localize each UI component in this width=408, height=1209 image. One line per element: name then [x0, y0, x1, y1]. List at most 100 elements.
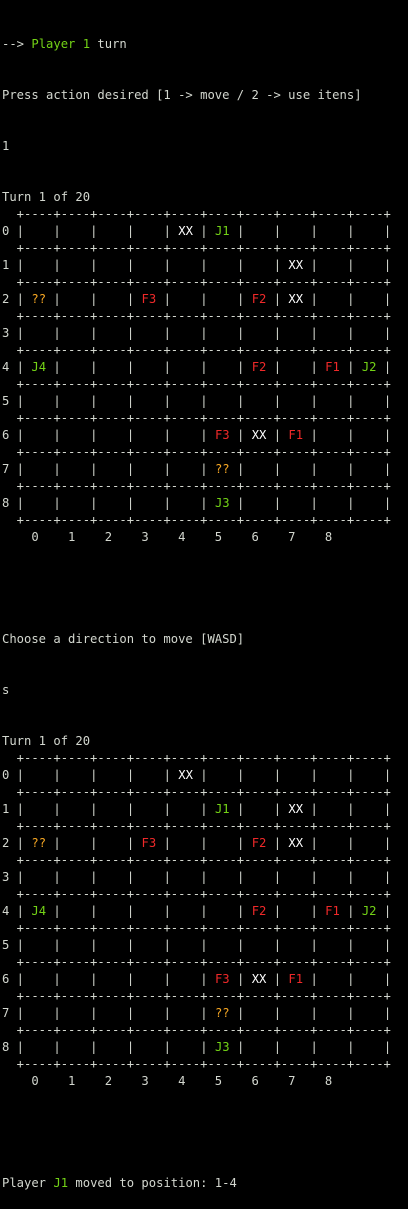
board-cell — [134, 971, 163, 988]
cell-separator: | — [237, 326, 245, 340]
cell-separator: | — [90, 1040, 98, 1054]
board-cell: XX — [281, 291, 310, 308]
cell-empty — [68, 904, 83, 918]
cell-separator: | — [383, 938, 392, 952]
cell-empty — [362, 802, 377, 816]
cell-separator: | — [9, 224, 25, 238]
cell-separator: | — [200, 224, 208, 238]
board-cell — [355, 223, 384, 240]
cell-separator: | — [237, 496, 245, 510]
board-border: +----+----+----+----+----+----+----+----… — [2, 1023, 391, 1037]
board-cell: XX — [171, 767, 200, 784]
cell-empty — [325, 462, 340, 476]
cell-empty — [325, 224, 340, 238]
board-cell — [208, 359, 237, 376]
cell-empty — [31, 972, 46, 986]
board-cell — [281, 1005, 310, 1022]
board-cell — [61, 767, 90, 784]
turn-counter: Turn 1 of 20 — [2, 190, 91, 204]
cell-piece: F2 — [251, 360, 267, 374]
cell-separator: | — [163, 360, 171, 374]
board-cell — [61, 801, 90, 818]
board-cell — [355, 767, 384, 784]
cell-empty — [105, 1006, 120, 1020]
board-cell — [171, 903, 200, 920]
board-cell — [97, 291, 126, 308]
cell-separator: | — [126, 768, 135, 782]
cell-separator: | — [126, 802, 135, 816]
cell-separator: | — [237, 258, 245, 272]
board-cell: F1 — [318, 359, 347, 376]
cell-separator: | — [273, 326, 282, 340]
board-cell — [171, 291, 200, 308]
cell-empty — [252, 1040, 267, 1054]
cell-piece: XX — [178, 768, 193, 782]
cell-empty — [178, 802, 193, 816]
cell-empty — [31, 768, 46, 782]
board-cell — [171, 427, 200, 444]
board-cell — [134, 257, 163, 274]
board-cell — [208, 903, 237, 920]
direction-input[interactable]: s — [2, 682, 408, 699]
cell-empty — [68, 360, 83, 374]
board-cell — [171, 801, 200, 818]
cell-separator: | — [126, 972, 135, 986]
board-cell — [61, 393, 90, 410]
board-border: +----+----+----+----+----+----+----+----… — [2, 989, 391, 1003]
cell-empty — [68, 326, 83, 340]
cell-empty — [362, 224, 377, 238]
direction-prompt: Choose a direction to move [WASD] — [2, 632, 245, 646]
board-row: 7 | | | | | | ?? | | | | | — [2, 1005, 408, 1022]
cell-empty — [68, 428, 83, 442]
cell-empty — [288, 768, 303, 782]
cell-separator: | — [163, 394, 171, 408]
cell-separator: | — [9, 360, 25, 374]
cell-empty — [362, 938, 377, 952]
board-cell — [281, 937, 310, 954]
cell-separator: | — [310, 836, 318, 850]
board-row: 1 | | | | | | J1 | | XX | | | — [2, 801, 408, 818]
board-border: +----+----+----+----+----+----+----+----… — [2, 955, 391, 969]
board-cell — [97, 325, 126, 342]
result-prefix: Player — [2, 1176, 54, 1190]
cell-empty — [178, 972, 193, 986]
cell-separator: | — [237, 224, 245, 238]
board-border: +----+----+----+----+----+----+----+----… — [2, 275, 391, 289]
cell-empty — [325, 1006, 340, 1020]
board-cell — [318, 869, 347, 886]
cell-separator: | — [9, 1006, 25, 1020]
cell-separator: | — [237, 802, 245, 816]
cell-empty — [68, 870, 83, 884]
cell-empty — [252, 326, 267, 340]
column-labels: 0 1 2 3 4 5 6 7 8 — [2, 1074, 333, 1088]
cell-piece: F1 — [325, 360, 340, 374]
cell-piece: J4 — [31, 360, 47, 374]
cell-separator: | — [200, 258, 208, 272]
action-input[interactable]: 1 — [2, 138, 408, 155]
board-cell — [61, 495, 90, 512]
board-cell — [24, 869, 53, 886]
cell-empty — [105, 258, 120, 272]
board-border: +----+----+----+----+----+----+----+----… — [2, 921, 391, 935]
board-cell — [97, 971, 126, 988]
cell-empty — [252, 224, 267, 238]
board-cell — [281, 869, 310, 886]
cell-separator: | — [53, 360, 61, 374]
cell-separator: | — [383, 394, 392, 408]
cell-separator: | — [347, 904, 355, 918]
board-cell — [24, 495, 53, 512]
board-cell: F1 — [281, 971, 310, 988]
cell-empty — [31, 428, 46, 442]
cell-empty — [142, 972, 157, 986]
cell-empty — [215, 836, 230, 850]
board-cell — [171, 971, 200, 988]
cell-empty — [105, 462, 120, 476]
board-cell — [318, 325, 347, 342]
cell-separator: | — [163, 870, 171, 884]
cell-separator: | — [310, 802, 318, 816]
cell-separator: | — [126, 1040, 135, 1054]
board-cell — [97, 393, 126, 410]
cell-empty — [31, 1040, 46, 1054]
cell-empty — [105, 394, 120, 408]
